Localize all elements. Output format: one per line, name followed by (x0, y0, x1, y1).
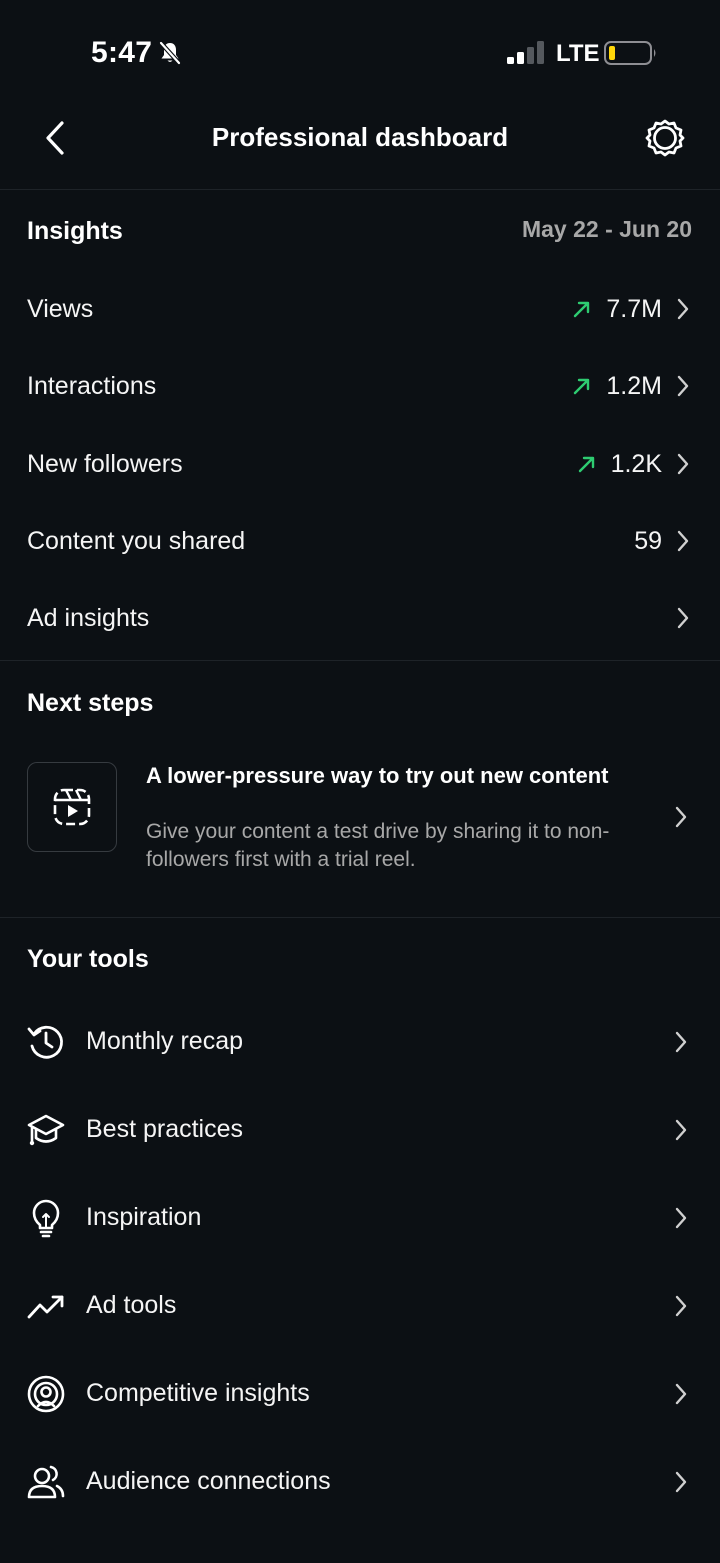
status-bar: 5:47 LTE (0, 0, 720, 100)
chevron-right-icon (675, 1471, 687, 1493)
card-description: Give your content a test drive by sharin… (146, 820, 610, 871)
status-time: 5:47 (91, 36, 153, 69)
next-steps-heading: Next steps (27, 689, 154, 717)
chevron-right-icon (677, 530, 689, 552)
tool-competitive-insights[interactable]: Competitive insights (0, 1352, 720, 1440)
graduation-cap-icon (27, 1114, 65, 1146)
tool-label: Competitive insights (86, 1379, 310, 1407)
network-type: LTE (556, 40, 600, 67)
people-icon (27, 1465, 65, 1499)
chevron-right-icon (677, 607, 689, 629)
tool-label: Monthly recap (86, 1027, 244, 1055)
insight-value: 1.2K (610, 449, 662, 478)
insight-value: 59 (634, 526, 662, 555)
insight-label: Ad insights (27, 604, 150, 632)
reels-icon (27, 762, 117, 852)
insight-label: New followers (27, 450, 183, 478)
insight-value: 7.7M (606, 294, 662, 323)
settings-gear-icon (645, 119, 685, 157)
chevron-right-icon (677, 453, 689, 475)
insight-row-views[interactable]: Views 7.7M (0, 271, 720, 348)
date-range-selector[interactable]: May 22 - Jun 20 (522, 216, 692, 243)
tool-inspiration[interactable]: Inspiration (0, 1176, 720, 1264)
history-icon (27, 1025, 63, 1059)
chevron-right-icon (675, 806, 687, 828)
insights-heading: Insights (27, 217, 123, 245)
section-divider (0, 917, 720, 918)
chevron-right-icon (675, 1031, 687, 1053)
tool-label: Audience connections (86, 1467, 331, 1495)
insight-row-ad-insights[interactable]: Ad insights (0, 580, 720, 657)
signal-icon (507, 41, 545, 65)
insight-value: 1.2M (606, 371, 662, 400)
page-title: Professional dashboard (211, 122, 509, 152)
chevron-right-icon (677, 298, 689, 320)
trend-up-icon (574, 378, 590, 395)
tool-best-practices[interactable]: Best practices (0, 1088, 720, 1176)
insight-row-content-shared[interactable]: Content you shared 59 (0, 503, 720, 580)
section-divider (0, 660, 720, 661)
tool-label: Best practices (86, 1115, 244, 1143)
trend-up-icon (578, 456, 594, 473)
battery-icon (604, 40, 658, 66)
tool-audience-connections[interactable]: Audience connections (0, 1440, 720, 1528)
trial-reel-suggestion-card[interactable]: A lower-pressure way to try out new cont… (0, 755, 720, 885)
header-bar: Professional dashboard (0, 100, 720, 190)
bell-slash-icon (157, 40, 183, 66)
trend-up-icon (574, 301, 590, 318)
chevron-right-icon (675, 1295, 687, 1317)
tool-ad-tools[interactable]: Ad tools (0, 1264, 720, 1352)
chevron-right-icon (675, 1383, 687, 1405)
chevron-right-icon (677, 375, 689, 397)
tool-label: Ad tools (86, 1291, 177, 1319)
insight-row-new-followers[interactable]: New followers 1.2K (0, 426, 720, 503)
broadcast-icon (27, 1375, 65, 1413)
your-tools-heading: Your tools (27, 945, 149, 973)
insight-label: Views (27, 295, 94, 323)
insight-row-interactions[interactable]: Interactions 1.2M (0, 348, 720, 425)
tool-monthly-recap[interactable]: Monthly recap (0, 1000, 720, 1088)
settings-button[interactable] (645, 118, 685, 158)
trending-up-icon (27, 1295, 64, 1319)
insight-label: Interactions (27, 372, 157, 400)
lightbulb-icon (32, 1199, 60, 1238)
card-title: A lower-pressure way to try out new cont… (146, 763, 609, 788)
insight-label: Content you shared (27, 527, 246, 555)
tool-label: Inspiration (86, 1203, 202, 1231)
chevron-right-icon (675, 1207, 687, 1229)
chevron-right-icon (675, 1119, 687, 1141)
